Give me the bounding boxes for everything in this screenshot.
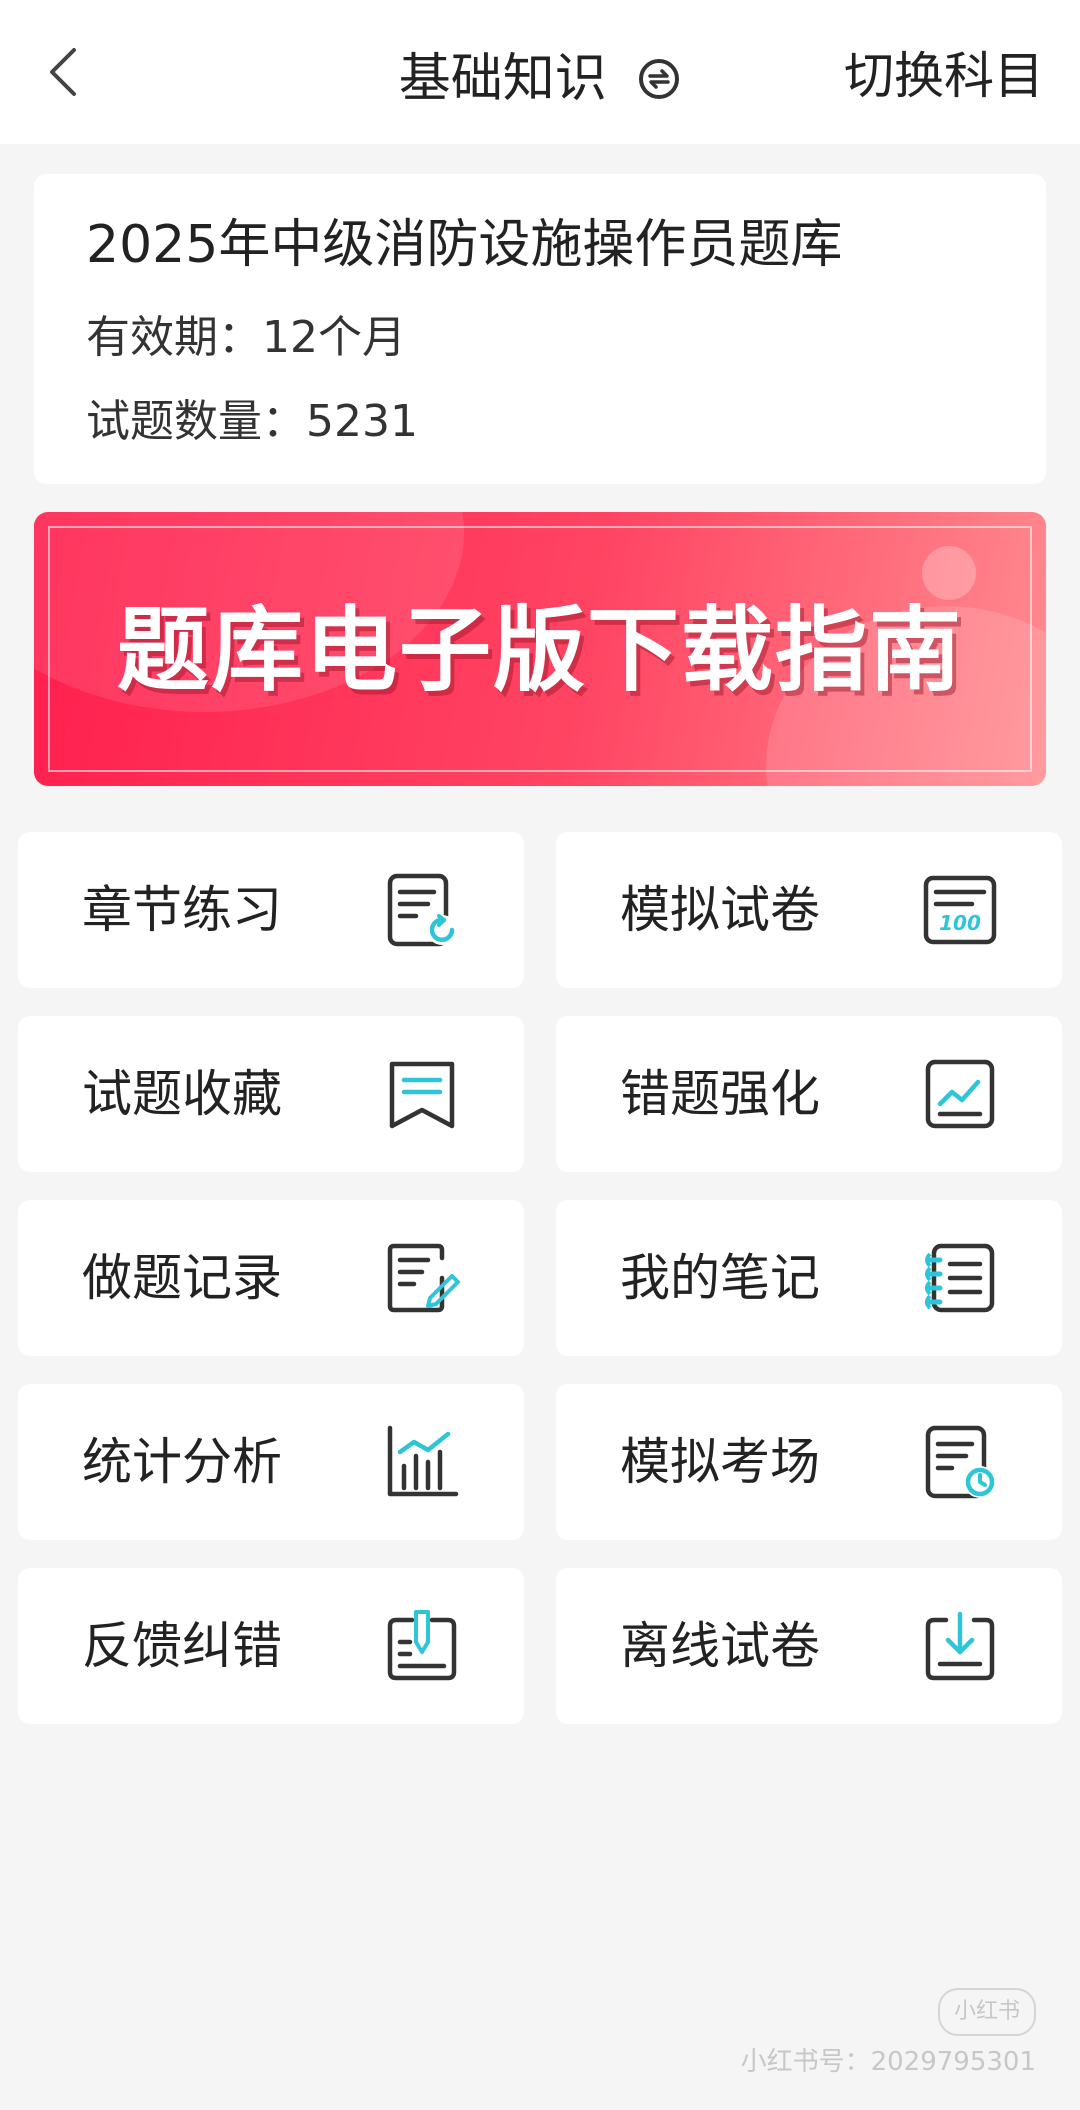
exam-clock-icon	[925, 1425, 996, 1499]
question-bank-title: 2025年中级消防设施操作员题库	[86, 215, 843, 275]
watermark: 小红书 小红书号：2029795301	[741, 1988, 1036, 2080]
switch-subject-button[interactable]: 切换科目	[844, 38, 1044, 114]
my-notes-button[interactable]: 我的笔记	[556, 1200, 1062, 1356]
feedback-pen-icon	[387, 1610, 457, 1681]
mock-exam-room-button[interactable]: 模拟考场	[556, 1384, 1062, 1540]
feedback-correction-button[interactable]: 反馈纠错	[18, 1568, 524, 1724]
question-favorites-button[interactable]: 试题收藏	[18, 1016, 524, 1172]
validity-text: 有效期：12个月	[86, 312, 406, 363]
tile-label: 试题收藏	[82, 1065, 282, 1123]
chapter-practice-button[interactable]: 章节练习	[18, 832, 524, 988]
bookmark-icon	[389, 1061, 455, 1129]
watermark-badge: 小红书	[937, 1988, 1036, 2036]
notebook-icon	[925, 1243, 995, 1313]
page-title: 基础知识	[398, 49, 607, 109]
download-icon	[925, 1611, 995, 1681]
tile-label: 模拟考场	[620, 1433, 820, 1491]
tile-label: 反馈纠错	[82, 1617, 282, 1675]
mock-paper-icon: 100	[923, 875, 997, 945]
tile-label: 模拟试卷	[620, 881, 820, 939]
statistics-analysis-button[interactable]: 统计分析	[18, 1384, 524, 1540]
mock-paper-button[interactable]: 模拟试卷 100	[556, 832, 1062, 988]
edit-record-icon	[387, 1243, 460, 1313]
top-bar: 基础知识 切换科目	[0, 0, 1080, 144]
watermark-text: 小红书号：2029795301	[740, 2047, 1036, 2077]
download-guide-banner[interactable]: 题库电子版下载指南	[34, 512, 1046, 786]
practice-record-button[interactable]: 做题记录	[18, 1200, 524, 1356]
switch-circle-icon[interactable]	[637, 57, 681, 101]
tile-label: 错题强化	[620, 1065, 820, 1123]
svg-text:100: 100	[939, 911, 981, 935]
wrong-question-practice-button[interactable]: 错题强化	[556, 1016, 1062, 1172]
tile-label: 我的笔记	[620, 1249, 820, 1307]
tile-label: 离线试卷	[620, 1617, 820, 1675]
bar-chart-icon	[387, 1425, 459, 1497]
question-count-text: 试题数量：5231	[86, 396, 418, 447]
chapter-practice-icon	[387, 873, 457, 947]
tile-label: 章节练习	[82, 881, 282, 939]
banner-title: 题库电子版下载指南	[116, 597, 963, 704]
question-bank-info-card: 2025年中级消防设施操作员题库 有效期：12个月 试题数量：5231	[34, 174, 1046, 484]
chart-board-icon	[925, 1059, 995, 1129]
tile-label: 统计分析	[82, 1433, 282, 1491]
feature-grid: 章节练习 模拟试卷 100 试题收藏 错题强化 做题记录 我的笔记 统计分析 模…	[18, 832, 1062, 1724]
offline-paper-button[interactable]: 离线试卷	[556, 1568, 1062, 1724]
tile-label: 做题记录	[82, 1249, 282, 1307]
